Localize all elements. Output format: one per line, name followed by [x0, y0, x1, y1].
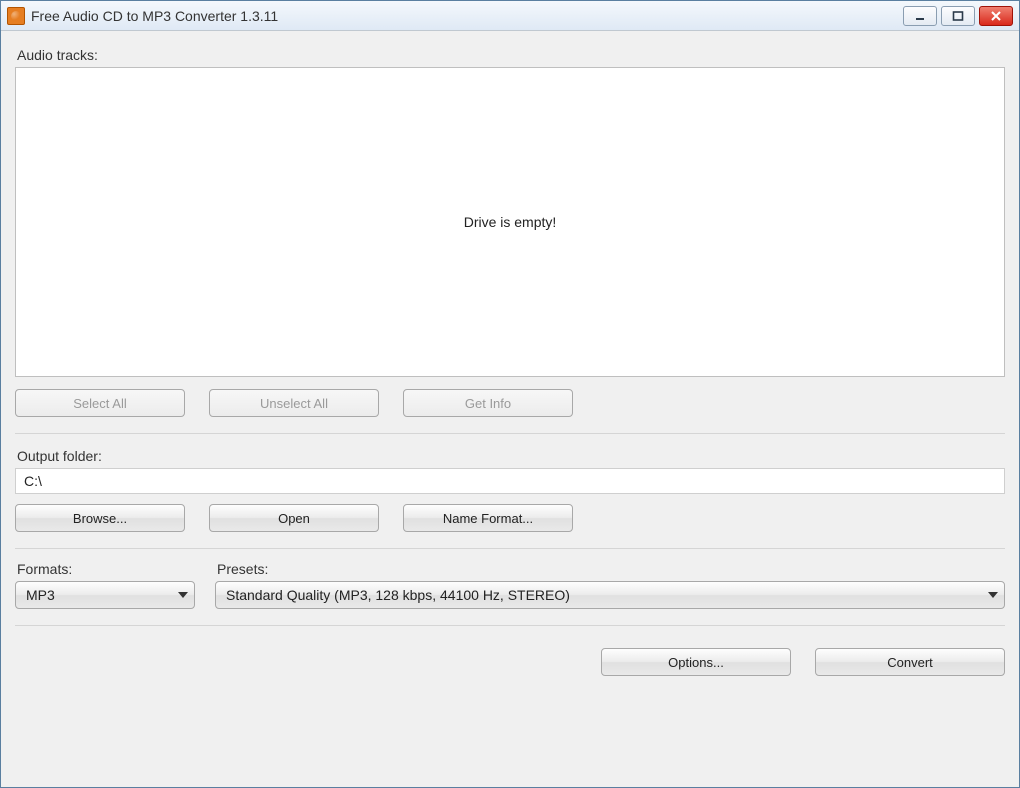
audio-tracks-panel[interactable]: Drive is empty! [15, 67, 1005, 377]
minimize-button[interactable] [903, 6, 937, 26]
tracks-button-row: Select All Unselect All Get Info [15, 389, 1005, 417]
chevron-down-icon [988, 592, 998, 598]
window-controls [903, 6, 1013, 26]
unselect-all-button[interactable]: Unselect All [209, 389, 379, 417]
separator [15, 433, 1005, 434]
minimize-icon [914, 11, 926, 21]
name-format-button[interactable]: Name Format... [403, 504, 573, 532]
client-area: Audio tracks: Drive is empty! Select All… [1, 31, 1019, 787]
output-button-row: Browse... Open Name Format... [15, 504, 1005, 532]
presets-label: Presets: [217, 561, 1005, 577]
get-info-button[interactable]: Get Info [403, 389, 573, 417]
formats-row: Formats: MP3 Presets: Standard Quality (… [15, 561, 1005, 609]
close-icon [990, 11, 1002, 21]
presets-selected: Standard Quality (MP3, 128 kbps, 44100 H… [226, 587, 570, 603]
empty-drive-message: Drive is empty! [464, 214, 557, 230]
output-folder-label: Output folder: [17, 448, 1005, 464]
formats-label: Formats: [17, 561, 195, 577]
separator [15, 625, 1005, 626]
convert-button[interactable]: Convert [815, 648, 1005, 676]
select-all-button[interactable]: Select All [15, 389, 185, 417]
maximize-icon [952, 11, 964, 21]
output-folder-input[interactable] [15, 468, 1005, 494]
options-button[interactable]: Options... [601, 648, 791, 676]
audio-tracks-label: Audio tracks: [17, 47, 1005, 63]
open-button[interactable]: Open [209, 504, 379, 532]
titlebar[interactable]: Free Audio CD to MP3 Converter 1.3.11 [1, 1, 1019, 31]
app-window: Free Audio CD to MP3 Converter 1.3.11 Au… [0, 0, 1020, 788]
chevron-down-icon [178, 592, 188, 598]
formats-selected: MP3 [26, 587, 55, 603]
presets-dropdown[interactable]: Standard Quality (MP3, 128 kbps, 44100 H… [215, 581, 1005, 609]
separator [15, 548, 1005, 549]
browse-button[interactable]: Browse... [15, 504, 185, 532]
app-icon [7, 7, 25, 25]
footer-row: Options... Convert [15, 648, 1005, 676]
window-title: Free Audio CD to MP3 Converter 1.3.11 [31, 8, 278, 24]
maximize-button[interactable] [941, 6, 975, 26]
close-button[interactable] [979, 6, 1013, 26]
formats-dropdown[interactable]: MP3 [15, 581, 195, 609]
